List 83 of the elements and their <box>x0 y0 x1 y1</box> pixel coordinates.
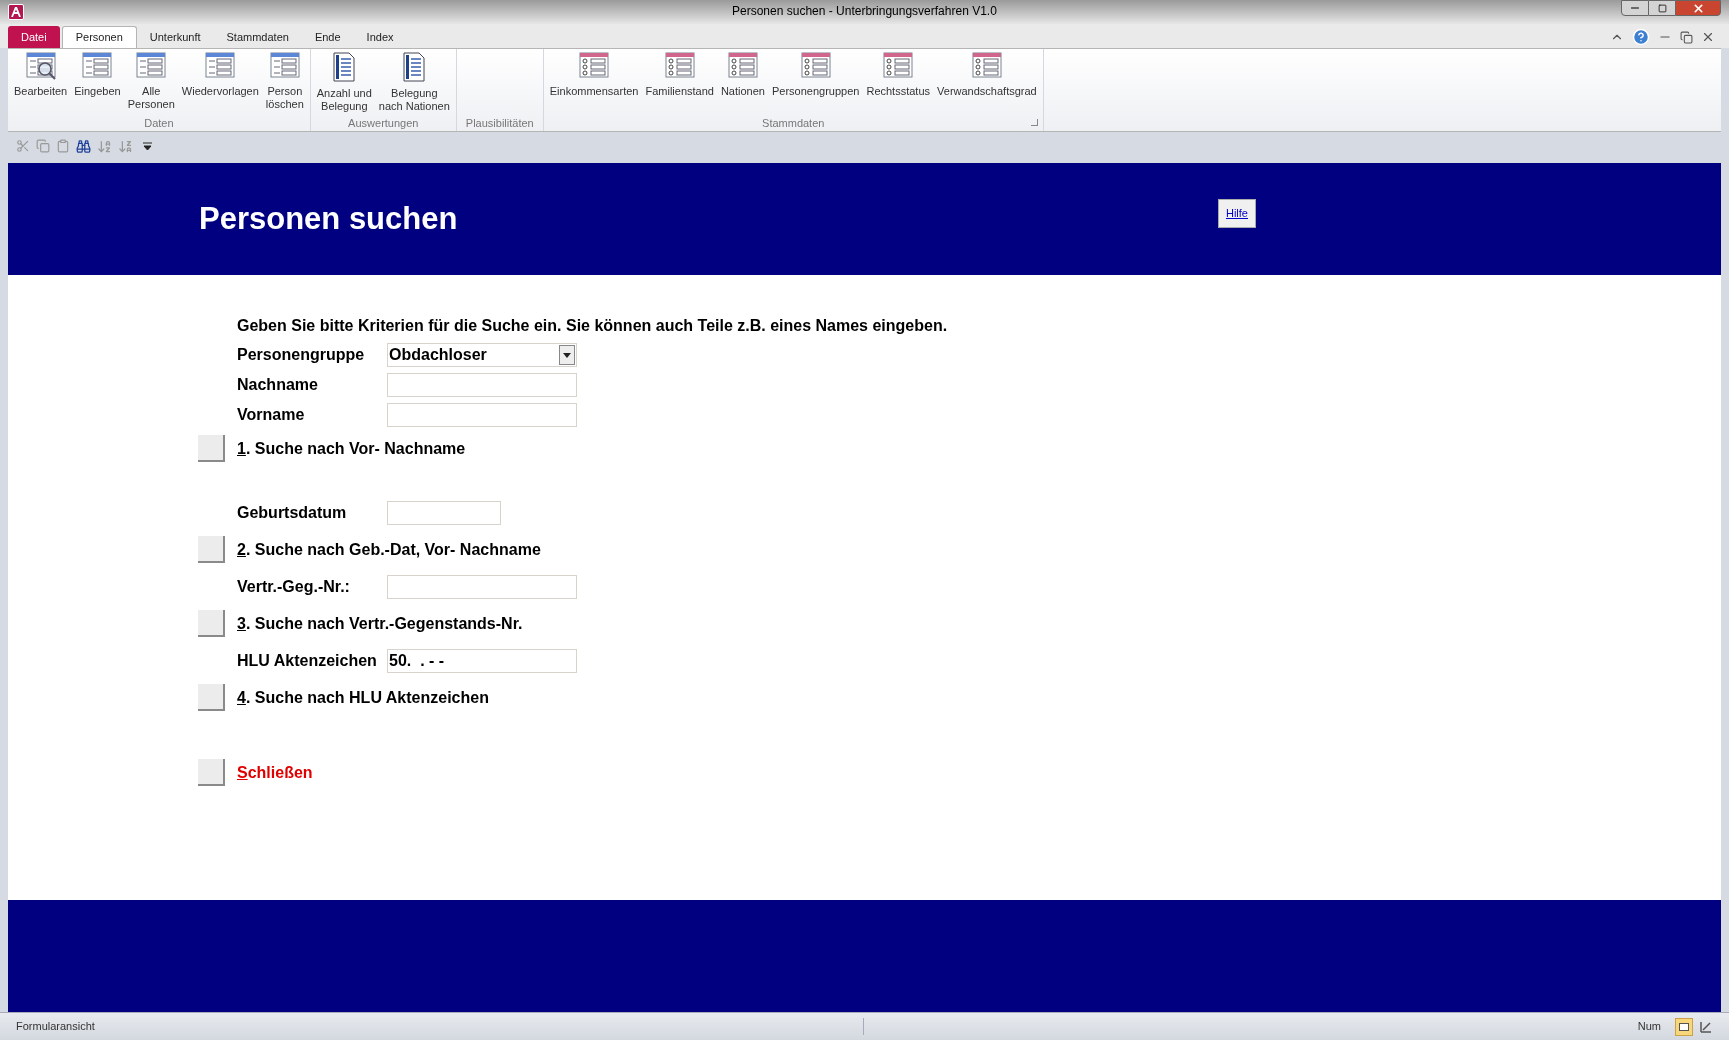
input-field[interactable] <box>387 574 577 599</box>
ribbon-button[interactable]: Alle Personen <box>124 51 178 111</box>
document-icon <box>401 51 428 83</box>
ribbon-button[interactable]: Anzahl und Belegung <box>313 51 375 113</box>
close-button[interactable] <box>1675 0 1721 16</box>
ribbon-tab[interactable]: Ende <box>301 26 354 48</box>
table-search-icon <box>24 51 57 81</box>
sort-descending-icon[interactable] <box>118 138 133 154</box>
field-label: Geburtsdatum <box>237 502 348 523</box>
ribbon-button[interactable]: Person löschen <box>262 51 307 111</box>
num-lock-indicator: Num <box>1637 1019 1661 1035</box>
field-label: Vertr.-Geg.-Nr.: <box>237 576 351 597</box>
help-icon[interactable] <box>1632 28 1650 46</box>
table-icon <box>135 51 168 81</box>
window-title: Personen suchen - Unterbringungsverfahren V1.0 <box>732 3 997 20</box>
table-icon <box>204 51 237 81</box>
ribbon-button[interactable]: Nationen <box>717 51 768 98</box>
search-button[interactable] <box>198 435 225 462</box>
search-option-label[interactable]: 1. Suche nach Vor- Nachname <box>237 436 466 461</box>
field-label: HLU Aktenzeichen <box>237 650 378 671</box>
field-label: Nachname <box>237 375 319 395</box>
cut-icon[interactable] <box>16 139 30 153</box>
ribbon-button[interactable]: Rechtsstatus <box>863 51 934 98</box>
search-option-label[interactable]: 3. Suche nach Vertr.-Gegenstands-Nr. <box>237 611 523 636</box>
copy-icon[interactable] <box>36 139 50 153</box>
search-button[interactable] <box>198 536 225 563</box>
field-label: Vorname <box>237 405 306 425</box>
help-button[interactable]: Hilfe <box>1218 199 1256 228</box>
table-icon <box>268 51 301 81</box>
group-label: Daten <box>144 115 174 131</box>
ribbon-button[interactable]: Bearbeiten <box>11 51 71 98</box>
ribbon-button[interactable]: Verwandschaftsgrad <box>934 51 1040 98</box>
sort-ascending-icon[interactable] <box>97 138 112 154</box>
ribbon-button[interactable]: Personengruppen <box>768 51 863 98</box>
people-list-icon <box>970 51 1003 81</box>
people-list-icon <box>663 51 696 81</box>
table-icon <box>81 51 114 81</box>
ribbon-button[interactable]: Belegung nach Nationen <box>375 51 453 113</box>
people-list-icon <box>882 51 915 81</box>
dropdown-field[interactable]: Obdachloser <box>387 343 577 367</box>
binoculars-icon[interactable] <box>76 138 91 154</box>
design-view-icon[interactable] <box>1699 1019 1713 1034</box>
search-button[interactable] <box>198 684 225 711</box>
maximize-icon[interactable] <box>1657 3 1667 13</box>
ribbon-tab[interactable]: Unterkunft <box>136 26 214 48</box>
ribbon-button[interactable]: Eingeben <box>71 51 124 98</box>
people-list-icon <box>799 51 832 81</box>
ribbon-tab[interactable]: Stammdaten <box>213 26 302 48</box>
group-label: Stammdaten <box>762 115 825 131</box>
people-list-icon <box>726 51 759 81</box>
search-button[interactable] <box>198 759 225 786</box>
input-field[interactable] <box>387 373 577 397</box>
close-link[interactable]: Schließen <box>237 760 313 785</box>
customize-toolbar-icon[interactable] <box>143 142 152 150</box>
document-icon <box>331 51 358 83</box>
ribbon-button[interactable]: Einkommensarten <box>546 51 642 98</box>
paste-icon[interactable] <box>56 139 70 153</box>
input-field[interactable] <box>387 500 501 525</box>
field-label: Personengruppe <box>237 345 366 365</box>
close-icon[interactable] <box>1691 1 1705 15</box>
ribbon-button[interactable]: Wiedervorlagen <box>178 51 262 98</box>
ribbon-button[interactable]: Familienstand <box>642 51 717 98</box>
ribbon-tab[interactable]: Personen <box>61 26 137 48</box>
search-button[interactable] <box>198 610 225 637</box>
people-list-icon <box>578 51 611 81</box>
form-view-icon[interactable] <box>1675 1017 1693 1036</box>
group-label: Plausibilitäten <box>465 115 534 131</box>
instruction-text: Geben Sie bitte Kriterien für die Suche ein. Sie können auch Teile z.B. eines Names eingeben. <box>237 316 948 336</box>
group-label: Auswertungen <box>348 115 419 131</box>
app-logo-icon <box>8 4 24 20</box>
maximize-button[interactable] <box>1649 0 1675 16</box>
restore-icon[interactable] <box>1680 30 1693 44</box>
search-option-label[interactable]: 4. Suche nach HLU Aktenzeichen <box>237 685 489 710</box>
input-field[interactable] <box>387 403 577 427</box>
file-tab[interactable]: Datei <box>8 26 60 48</box>
dialog-launcher-icon[interactable] <box>1030 119 1038 126</box>
minimize-button[interactable] <box>1621 0 1649 16</box>
status-text: Formularansicht <box>16 1018 864 1035</box>
form-title: Personen suchen <box>199 199 458 238</box>
ribbon-tab[interactable]: Index <box>353 26 407 48</box>
close-icon[interactable] <box>1701 30 1715 44</box>
search-option-label[interactable]: 2. Suche nach Geb.-Dat, Vor- Nachname <box>237 537 541 562</box>
input-field[interactable]: 50. . - - <box>387 648 577 673</box>
